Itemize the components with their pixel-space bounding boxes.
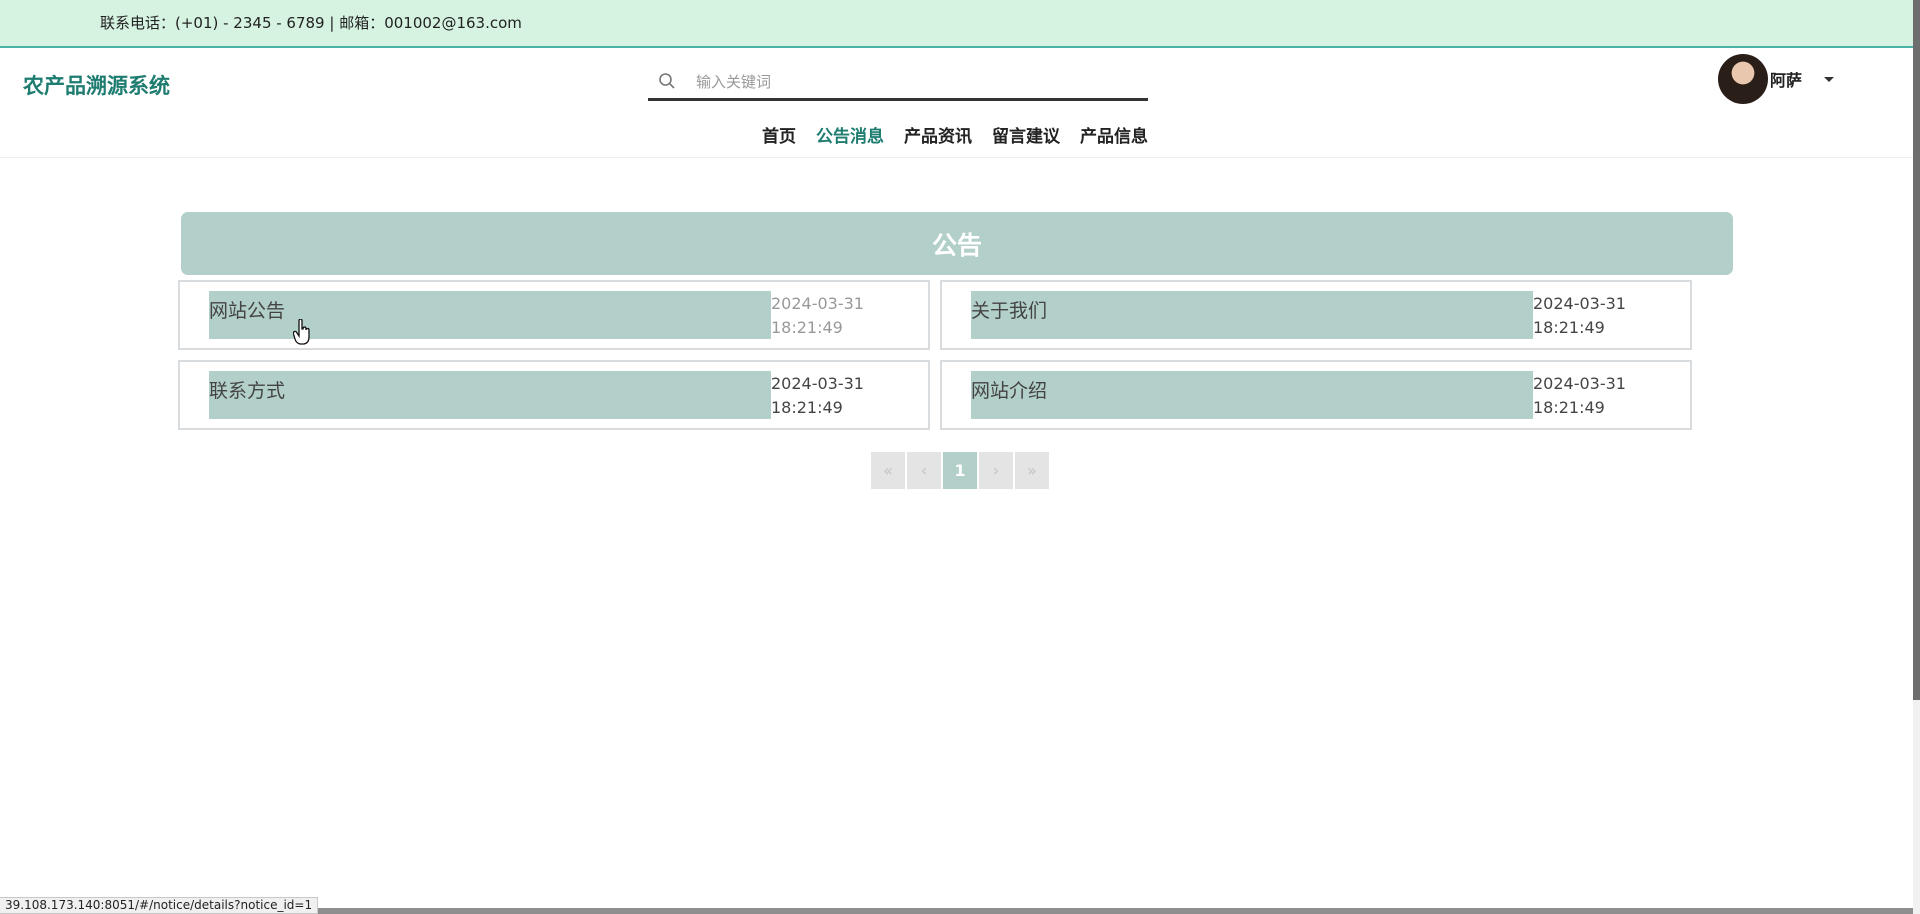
first-page-button[interactable]: « — [871, 452, 905, 489]
link-status-bar: 39.108.173.140:8051/#/notice/details?not… — [0, 897, 319, 914]
notice-date: 2024-03-31 18:21:49 — [1533, 372, 1626, 420]
header: 农产品溯源系统 阿萨 首页 公告消息 产品资讯 留言建议 产品信息 — [0, 48, 1914, 158]
search-input[interactable] — [696, 69, 1136, 95]
notice-date-time: 18:21:49 — [771, 398, 843, 417]
notice-title[interactable]: 联系方式 — [209, 376, 285, 403]
user-menu[interactable]: 阿萨 — [1718, 53, 1835, 105]
hand-cursor-icon — [293, 319, 310, 345]
notice-card[interactable]: 网站介绍 2024-03-31 18:21:49 — [940, 360, 1692, 430]
notice-date-day: 2024-03-31 — [771, 294, 864, 313]
notice-date: 2024-03-31 18:21:49 — [771, 292, 864, 340]
page-1-button[interactable]: 1 — [943, 452, 977, 489]
last-page-button[interactable]: » — [1015, 452, 1049, 489]
nav-item-product-news[interactable]: 产品资讯 — [904, 122, 972, 147]
nav-item-notices[interactable]: 公告消息 — [816, 122, 884, 147]
banner-title: 公告 — [931, 230, 982, 260]
pagination: « ‹ 1 › » — [871, 452, 1049, 489]
contact-bar: 联系电话：(+01) - 2345 - 6789 | 邮箱：001002@163… — [0, 0, 1914, 48]
search-icon[interactable] — [658, 72, 676, 90]
notice-card[interactable]: 联系方式 2024-03-31 18:21:49 — [178, 360, 930, 430]
user-name[interactable]: 阿萨 — [1770, 67, 1802, 91]
notice-date-day: 2024-03-31 — [771, 374, 864, 393]
avatar[interactable] — [1718, 54, 1768, 104]
main-nav: 首页 公告消息 产品资讯 留言建议 产品信息 — [762, 122, 1148, 147]
notice-title[interactable]: 网站公告 — [209, 296, 285, 323]
notice-date-day: 2024-03-31 — [1533, 294, 1626, 313]
scrollbar-thumb[interactable] — [1913, 0, 1920, 700]
notice-title-highlight — [971, 371, 1533, 419]
page: 联系电话：(+01) - 2345 - 6789 | 邮箱：001002@163… — [0, 0, 1920, 914]
nav-item-messages[interactable]: 留言建议 — [992, 122, 1060, 147]
notice-date-time: 18:21:49 — [771, 318, 843, 337]
notice-date: 2024-03-31 18:21:49 — [1533, 292, 1626, 340]
nav-item-home[interactable]: 首页 — [762, 122, 796, 147]
notice-title[interactable]: 关于我们 — [971, 296, 1047, 323]
notice-title[interactable]: 网站介绍 — [971, 376, 1047, 403]
notice-date-day: 2024-03-31 — [1533, 374, 1626, 393]
nav-item-product-info[interactable]: 产品信息 — [1080, 122, 1148, 147]
prev-page-button[interactable]: ‹ — [907, 452, 941, 489]
notice-title-highlight — [209, 371, 771, 419]
site-logo[interactable]: 农产品溯源系统 — [23, 70, 170, 100]
notice-card[interactable]: 网站公告 2024-03-31 18:21:49 — [178, 280, 930, 350]
notice-title-highlight — [971, 291, 1533, 339]
search-bar — [648, 65, 1148, 101]
notice-banner: 公告 — [181, 212, 1733, 275]
notice-date: 2024-03-31 18:21:49 — [771, 372, 864, 420]
next-page-button[interactable]: › — [979, 452, 1013, 489]
notice-date-time: 18:21:49 — [1533, 398, 1605, 417]
caret-down-icon[interactable] — [1824, 76, 1835, 82]
contact-info: 联系电话：(+01) - 2345 - 6789 | 邮箱：001002@163… — [100, 14, 522, 32]
notice-date-time: 18:21:49 — [1533, 318, 1605, 337]
notice-card[interactable]: 关于我们 2024-03-31 18:21:49 — [940, 280, 1692, 350]
